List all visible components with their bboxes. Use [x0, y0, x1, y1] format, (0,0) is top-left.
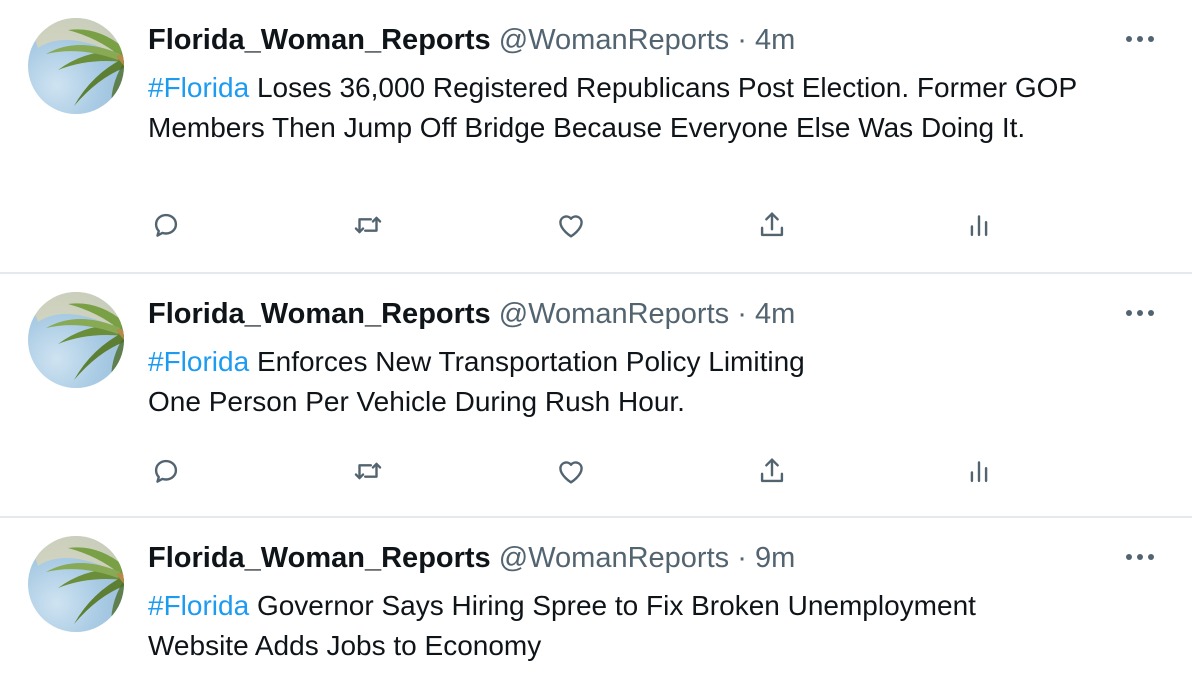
separator-dot: · — [737, 24, 747, 56]
user-handle[interactable]: @WomanReports — [499, 298, 729, 330]
display-name[interactable]: Florida_Woman_Reports — [148, 298, 491, 330]
more-options-button[interactable] — [1120, 24, 1160, 54]
reply-bubble-icon — [154, 459, 178, 483]
share-upload-icon — [760, 458, 784, 483]
separator-dot: · — [737, 298, 747, 330]
more-options-button[interactable] — [1120, 542, 1160, 572]
hashtag-link[interactable]: #Florida — [148, 346, 249, 377]
tweet-actions — [0, 208, 1192, 252]
tweet-text: #Florida Loses 36,000 Registered Republi… — [148, 68, 1158, 148]
like-button[interactable] — [554, 208, 594, 248]
more-dots-icon — [1126, 36, 1132, 42]
share-button[interactable] — [755, 208, 795, 248]
user-handle[interactable]: @WomanReports — [499, 24, 729, 56]
like-button[interactable] — [554, 454, 594, 494]
user-handle[interactable]: @WomanReports — [499, 542, 729, 574]
retweet-button[interactable] — [351, 208, 391, 248]
retweet-icon — [354, 462, 382, 480]
palm-tree-icon — [28, 18, 124, 114]
more-dots-icon — [1148, 554, 1154, 560]
display-name[interactable]: Florida_Woman_Reports — [148, 542, 491, 574]
tweet-body: Loses 36,000 Registered Republicans Post… — [148, 72, 1077, 143]
more-dots-icon — [1148, 36, 1154, 42]
tweet-actions — [0, 454, 1192, 498]
tweet-body-line-1: Governor Says Hiring Spree to Fix Broken… — [249, 590, 976, 621]
tweet-body-line-2: Website Adds Jobs to Economy — [148, 630, 542, 661]
avatar[interactable] — [28, 536, 124, 632]
display-name[interactable]: Florida_Woman_Reports — [148, 24, 491, 56]
timestamp[interactable]: 9m — [755, 542, 795, 574]
tweet-header: Florida_Woman_Reports @WomanReports · 9m — [148, 540, 795, 576]
palm-tree-icon — [28, 536, 124, 632]
share-upload-icon — [760, 212, 784, 237]
analytics-bars-icon — [970, 461, 988, 483]
retweet-button[interactable] — [351, 454, 391, 494]
more-options-button[interactable] — [1120, 298, 1160, 328]
analytics-button[interactable] — [962, 454, 1002, 494]
tweet-text: #Florida Governor Says Hiring Spree to F… — [148, 586, 1158, 666]
tweet-header: Florida_Woman_Reports @WomanReports · 4m — [148, 22, 795, 58]
heart-icon — [559, 215, 583, 238]
hashtag-link[interactable]: #Florida — [148, 72, 249, 103]
more-dots-icon — [1137, 554, 1143, 560]
more-dots-icon — [1148, 310, 1154, 316]
tweet-1[interactable]: Florida_Woman_Reports @WomanReports · 4m… — [0, 0, 1192, 274]
reply-button[interactable] — [149, 454, 189, 494]
heart-icon — [559, 461, 583, 484]
more-dots-icon — [1137, 36, 1143, 42]
reply-button[interactable] — [149, 208, 189, 248]
tweet-text: #Florida Enforces New Transportation Pol… — [148, 342, 1158, 422]
tweet-body-line-1: Enforces New Transportation Policy Limit… — [249, 346, 805, 377]
timestamp[interactable]: 4m — [755, 24, 795, 56]
tweet-header: Florida_Woman_Reports @WomanReports · 4m — [148, 296, 795, 332]
reply-bubble-icon — [154, 213, 178, 237]
separator-dot: · — [737, 542, 747, 574]
hashtag-link[interactable]: #Florida — [148, 590, 249, 621]
avatar[interactable] — [28, 292, 124, 388]
palm-tree-icon — [28, 292, 124, 388]
more-dots-icon — [1126, 554, 1132, 560]
tweet-2[interactable]: Florida_Woman_Reports @WomanReports · 4m… — [0, 274, 1192, 518]
tweet-3[interactable]: Florida_Woman_Reports @WomanReports · 9m… — [0, 518, 1192, 682]
more-dots-icon — [1137, 310, 1143, 316]
share-button[interactable] — [755, 454, 795, 494]
analytics-button[interactable] — [962, 208, 1002, 248]
retweet-icon — [354, 216, 382, 234]
analytics-bars-icon — [970, 215, 988, 237]
more-dots-icon — [1126, 310, 1132, 316]
avatar[interactable] — [28, 18, 124, 114]
tweet-body-line-2: One Person Per Vehicle During Rush Hour. — [148, 386, 685, 417]
timestamp[interactable]: 4m — [755, 298, 795, 330]
